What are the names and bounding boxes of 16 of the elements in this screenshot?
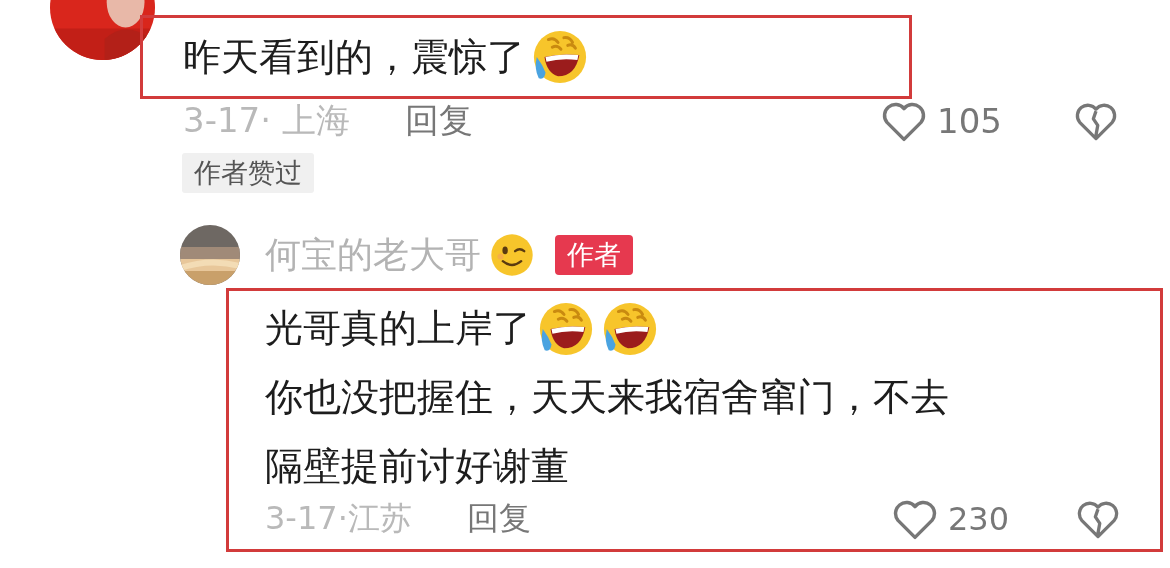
like-count: 105	[937, 101, 1002, 141]
reply-link[interactable]: 回复	[404, 98, 473, 144]
author-liked-tag: 作者赞过	[182, 153, 314, 193]
comment-text: 你也没把握住，天天来我宿舍窜门，不去	[265, 374, 949, 421]
reply-link[interactable]: 回复	[466, 497, 531, 541]
winking-emoji-icon	[489, 232, 535, 278]
heart-icon[interactable]	[881, 100, 928, 142]
laughing-crying-emoji-icon	[531, 28, 589, 86]
comment-date-location: 3-17· 上海	[183, 99, 350, 142]
author-badge: 作者	[555, 235, 633, 275]
heart-icon[interactable]	[892, 498, 938, 540]
comment-text: 昨天看到的，震惊了	[183, 33, 525, 81]
comment-date-location: 3-17·江苏	[265, 498, 412, 539]
comment-text: 隔壁提前讨好谢董	[265, 443, 569, 490]
comment-text: 光哥真的上岸了	[265, 305, 531, 352]
like-count: 230	[948, 500, 1011, 538]
